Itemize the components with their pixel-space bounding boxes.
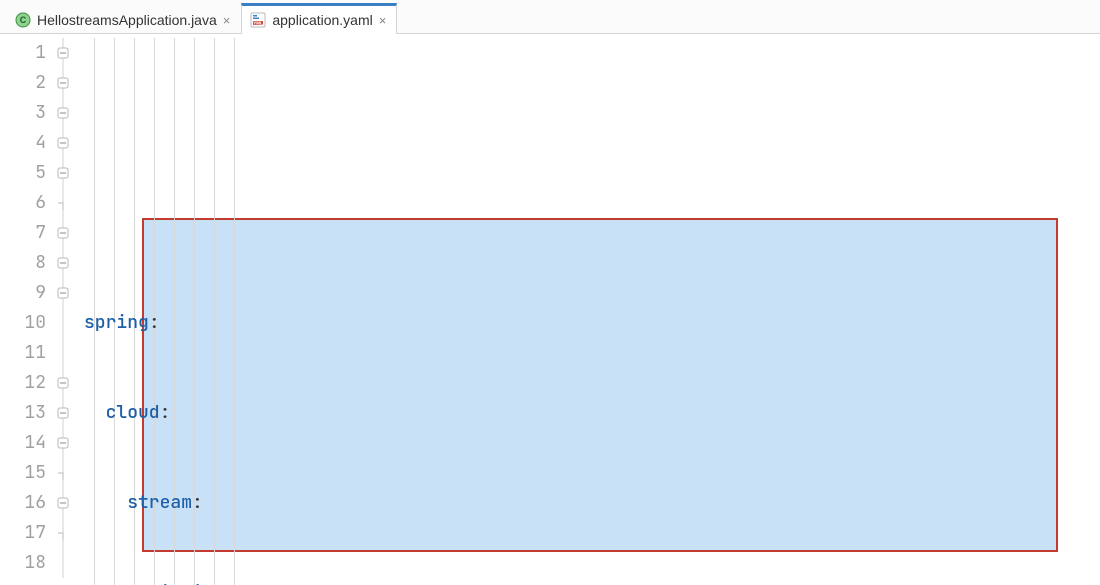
line-number: 2 bbox=[0, 68, 46, 98]
line-number: 1 bbox=[0, 38, 46, 68]
yaml-key: cloud bbox=[106, 398, 160, 428]
yaml-key: spring bbox=[84, 308, 149, 338]
code-area[interactable]: spring: cloud: stream: bindings: input-c… bbox=[84, 34, 959, 585]
yaml-key: bindings bbox=[149, 578, 235, 585]
line-number: 3 bbox=[0, 98, 46, 128]
line-number: 15 bbox=[0, 458, 46, 488]
line-number: 4 bbox=[0, 128, 46, 158]
line-number: 5 bbox=[0, 158, 46, 188]
line-number: 12 bbox=[0, 368, 46, 398]
fold-gutter bbox=[56, 34, 84, 585]
code-editor[interactable]: 1 2 3 4 5 6 7 8 9 10 11 12 13 14 15 16 1… bbox=[0, 34, 1100, 585]
close-icon[interactable]: × bbox=[379, 14, 387, 27]
line-number: 18 bbox=[0, 548, 46, 578]
tab-hellostreams-java[interactable]: C HellostreamsApplication.java × bbox=[6, 5, 241, 34]
line-number: 14 bbox=[0, 428, 46, 458]
line-number: 16 bbox=[0, 488, 46, 518]
editor-tab-bar: C HellostreamsApplication.java × YML app… bbox=[0, 0, 1100, 34]
java-class-icon: C bbox=[15, 12, 31, 28]
tab-label: application.yaml bbox=[272, 12, 372, 28]
line-number: 10 bbox=[0, 308, 46, 338]
svg-text:YML: YML bbox=[254, 21, 264, 26]
line-number: 9 bbox=[0, 278, 46, 308]
line-number: 13 bbox=[0, 398, 46, 428]
line-number: 11 bbox=[0, 338, 46, 368]
line-number: 17 bbox=[0, 518, 46, 548]
selection-highlight bbox=[142, 218, 1058, 552]
line-number-gutter: 1 2 3 4 5 6 7 8 9 10 11 12 13 14 15 16 1… bbox=[0, 34, 56, 585]
yaml-key: stream bbox=[127, 488, 192, 518]
tab-label: HellostreamsApplication.java bbox=[37, 12, 217, 28]
tab-application-yaml[interactable]: YML application.yaml × bbox=[241, 3, 397, 34]
yaml-file-icon: YML bbox=[250, 12, 266, 28]
svg-text:C: C bbox=[20, 15, 27, 25]
code-line[interactable]: bindings: bbox=[84, 578, 959, 585]
close-icon[interactable]: × bbox=[223, 14, 231, 27]
line-number: 7 bbox=[0, 218, 46, 248]
line-number: 8 bbox=[0, 248, 46, 278]
line-number: 6 bbox=[0, 188, 46, 218]
